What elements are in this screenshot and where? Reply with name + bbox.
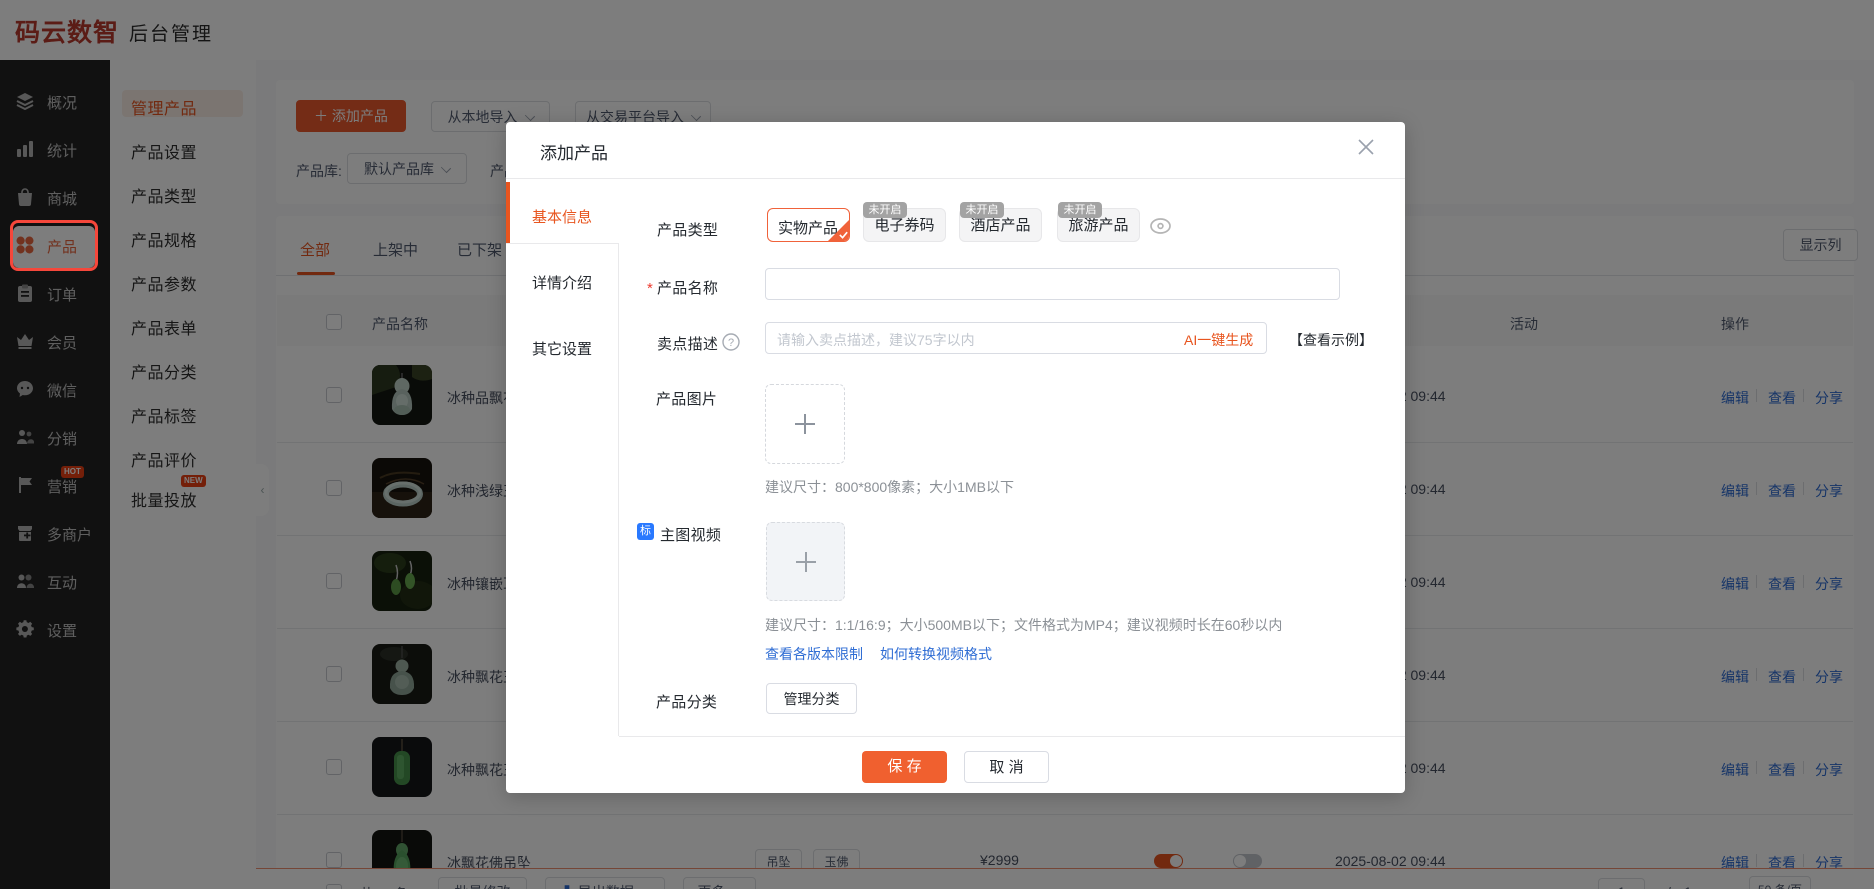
svg-text:?: ? [728,337,734,349]
